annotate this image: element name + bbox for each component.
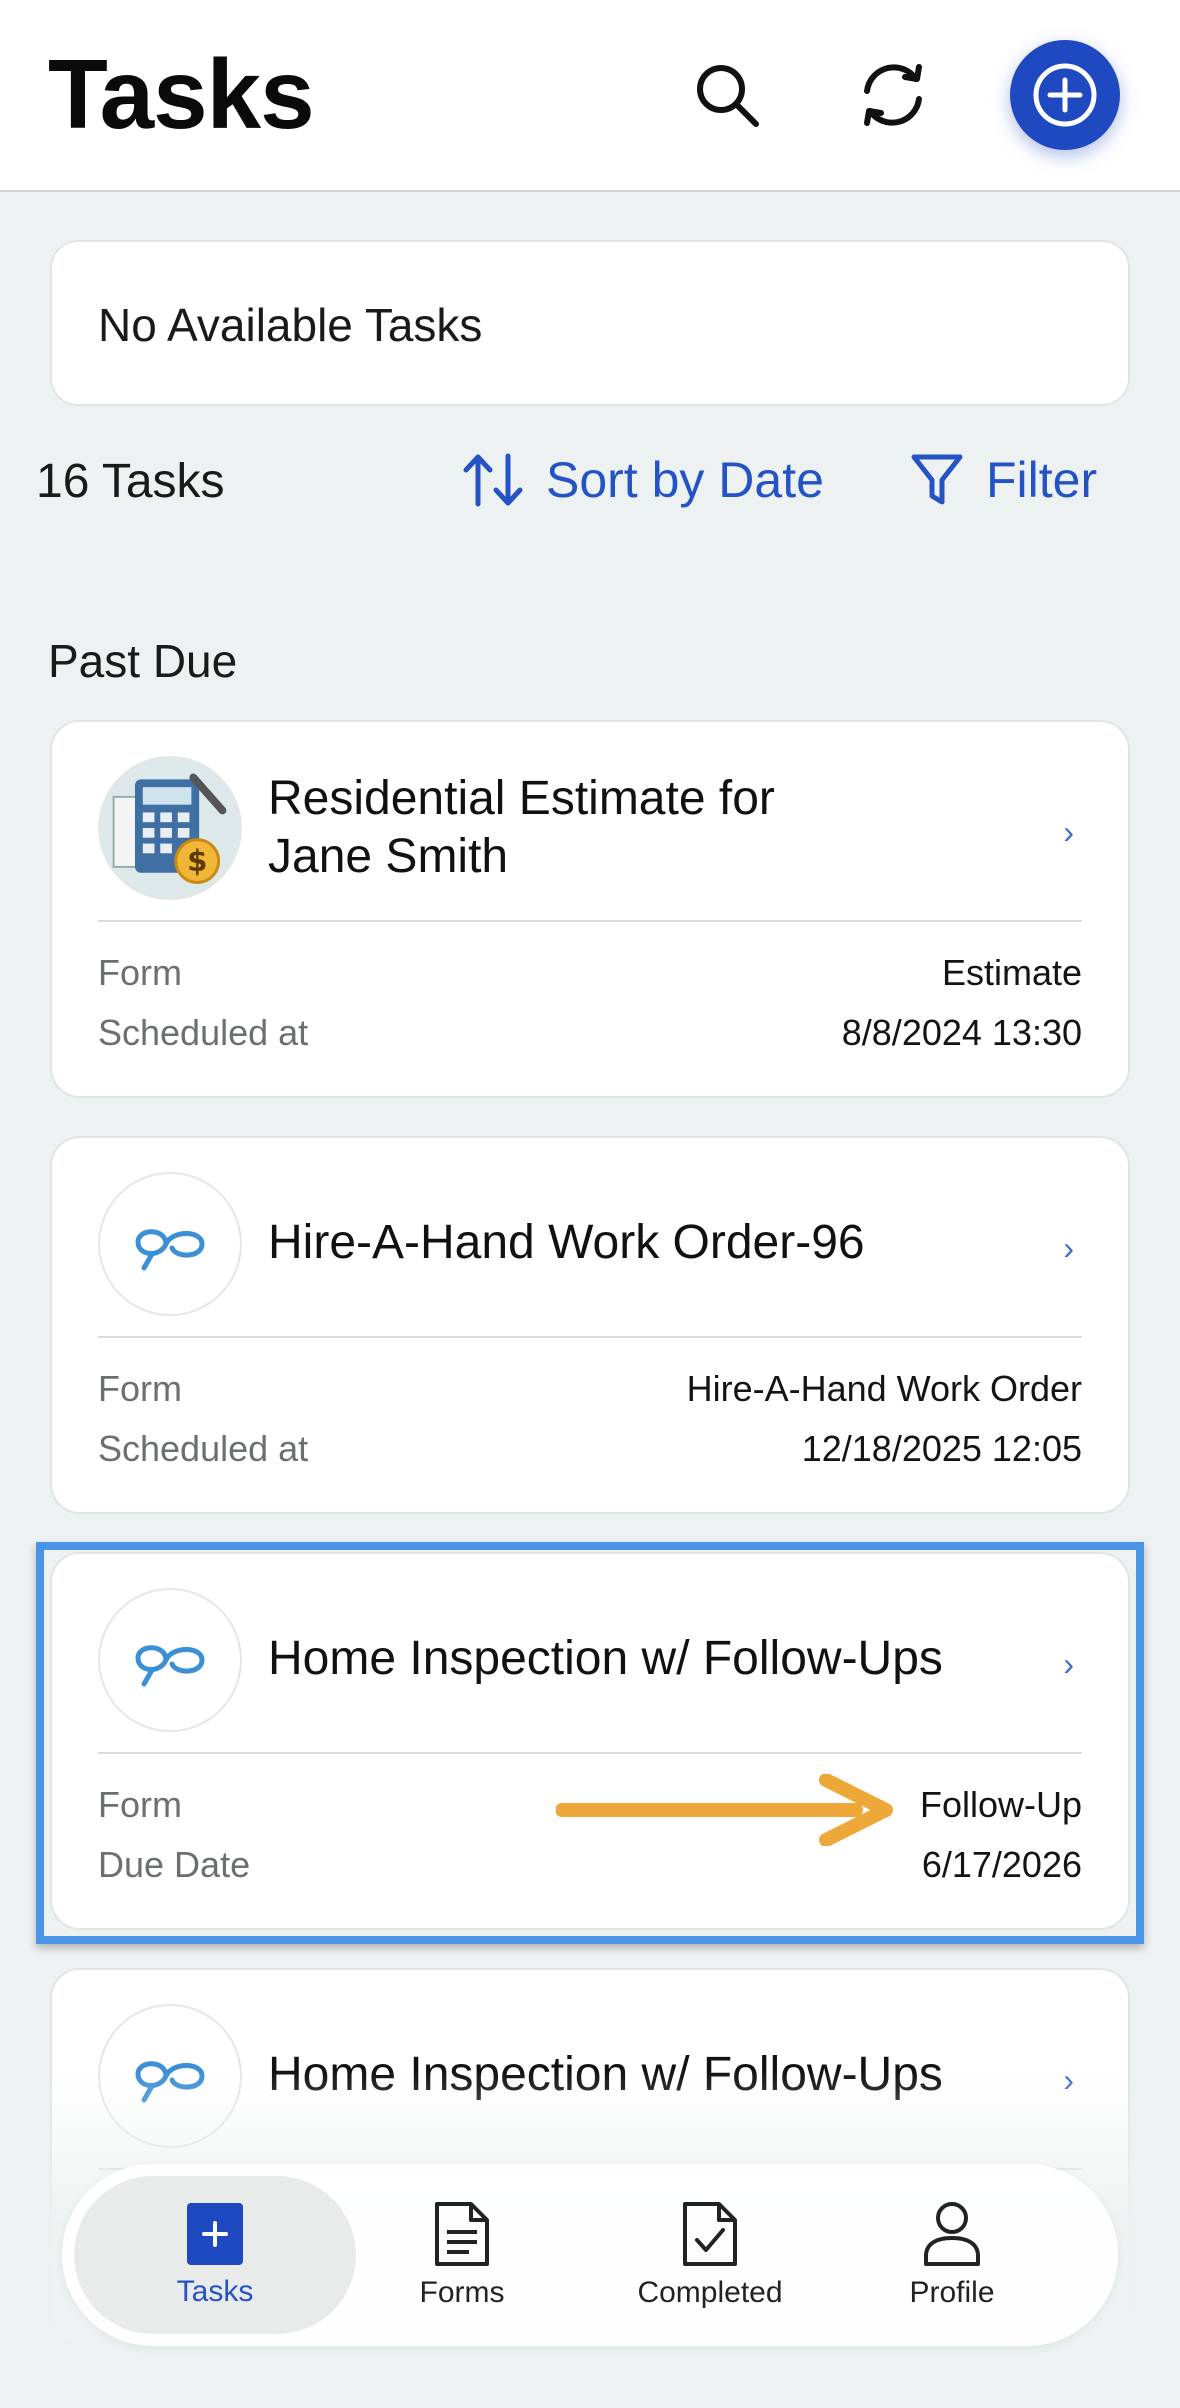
svg-text:$: $ xyxy=(187,844,207,878)
tab-label: Profile xyxy=(909,2276,995,2309)
form-label: Form xyxy=(98,1368,182,1409)
form-value: Estimate xyxy=(941,952,1082,993)
task-card[interactable]: Hire-A-Hand Work Order-96 › Form Hire-A-… xyxy=(50,1136,1130,1514)
scheduled-value: 12/18/2025 12:05 xyxy=(801,1428,1082,1469)
chevron-right-icon: › xyxy=(1063,814,1074,850)
card-divider xyxy=(98,920,1082,922)
sort-label: Sort by Date xyxy=(546,452,824,508)
tab-label: Tasks xyxy=(176,2275,254,2308)
add-task-button[interactable] xyxy=(1010,40,1120,150)
form-label: Form xyxy=(98,952,182,993)
annotation-arrow-icon xyxy=(556,1774,893,1846)
highlight-box xyxy=(36,1542,1144,1944)
search-button[interactable] xyxy=(684,52,770,138)
section-heading: Past Due xyxy=(48,635,238,687)
sort-button[interactable]: Sort by Date xyxy=(462,448,824,512)
task-card[interactable]: $ Residential Estimate for Jane Smith › … xyxy=(50,720,1130,1098)
filter-button[interactable]: Filter xyxy=(910,448,1097,512)
form-value: Hire-A-Hand Work Order xyxy=(686,1368,1082,1409)
person-icon xyxy=(924,2202,980,2266)
tab-completed[interactable]: Completed xyxy=(600,2164,820,2346)
completed-icon xyxy=(683,2202,737,2266)
sort-arrows-icon xyxy=(463,453,523,507)
tab-forms[interactable]: Forms xyxy=(392,2164,532,2346)
sync-button[interactable] xyxy=(850,52,936,138)
filter-icon xyxy=(911,454,963,505)
task-toolbar: 16 Tasks Sort by Date Filter xyxy=(0,440,1180,520)
bottom-tab-bar: Tasks Forms Completed Profile xyxy=(62,2164,1118,2346)
tasks-icon xyxy=(187,2203,243,2265)
task-title: Hire-A-Hand Work Order-96 xyxy=(268,1216,865,1269)
no-tasks-banner: No Available Tasks xyxy=(50,240,1130,406)
header-bar: Tasks xyxy=(0,0,1180,192)
calculator-icon: $ xyxy=(98,756,242,900)
filter-label: Filter xyxy=(986,452,1098,508)
scheduled-label: Scheduled at xyxy=(98,1428,309,1469)
scheduled-label: Scheduled at xyxy=(98,1012,309,1053)
tab-label: Completed xyxy=(637,2276,783,2309)
page-title: Tasks xyxy=(48,39,315,149)
task-title-line2: Jane Smith xyxy=(268,830,509,883)
tab-label: Forms xyxy=(419,2276,505,2309)
form-logo-icon xyxy=(98,1172,242,1316)
no-tasks-text: No Available Tasks xyxy=(98,299,483,351)
sync-icon xyxy=(864,64,922,126)
document-icon xyxy=(435,2202,489,2266)
task-title: Residential Estimate for Jane Smith xyxy=(268,770,1008,886)
task-title-line1: Residential Estimate for xyxy=(268,772,775,825)
tab-profile[interactable]: Profile xyxy=(882,2164,1022,2346)
plus-circle-icon xyxy=(1033,63,1097,127)
task-count: 16 Tasks xyxy=(36,455,225,508)
chevron-right-icon: › xyxy=(1063,1230,1074,1266)
search-icon xyxy=(697,65,759,127)
card-divider xyxy=(98,1336,1082,1338)
tab-tasks[interactable]: Tasks xyxy=(74,2176,356,2334)
scheduled-value: 8/8/2024 13:30 xyxy=(841,1012,1082,1053)
